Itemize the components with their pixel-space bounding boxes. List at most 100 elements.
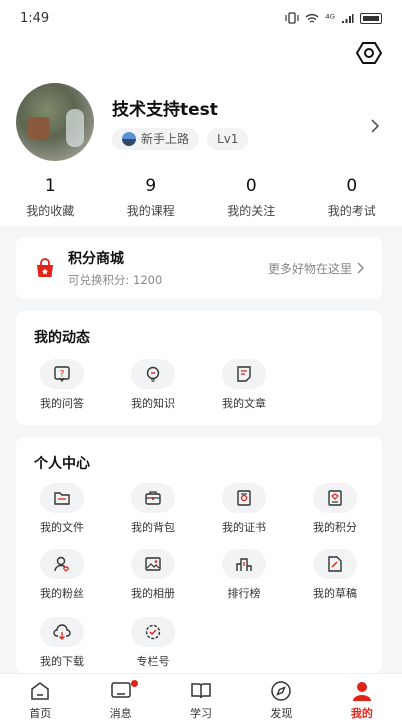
- stat-count: 0: [245, 176, 257, 196]
- stat-label: 我的课程: [126, 204, 175, 218]
- stat-following[interactable]: 0 我的关注: [201, 176, 302, 219]
- status-time: 1:49: [20, 10, 50, 26]
- stat-count: 1: [44, 176, 56, 196]
- grid-item-backpack[interactable]: 我的背包: [118, 483, 188, 535]
- grid-item-album[interactable]: 我的相册: [118, 549, 188, 601]
- rank-badge-icon: [122, 131, 136, 146]
- grid-item-articles[interactable]: 我的文章: [209, 359, 279, 411]
- status-bar: 1:49 ⁴ᴳ: [0, 0, 402, 36]
- fans-icon: [54, 556, 69, 572]
- level-tag-label: 新手上路: [141, 132, 190, 146]
- grid-item-certificates[interactable]: 我的证书: [209, 483, 279, 535]
- avatar[interactable]: [16, 83, 94, 161]
- grid-item-fans[interactable]: 我的粉丝: [27, 549, 97, 601]
- shop-bag-icon: [37, 258, 53, 277]
- section-title: 个人中心: [34, 456, 90, 472]
- ranking-icon: [236, 558, 252, 571]
- svg-text:?: ?: [60, 370, 65, 380]
- tab-label: 消息: [109, 707, 132, 720]
- user-icon: [352, 682, 371, 701]
- grid-label: 我的粉丝: [40, 587, 84, 600]
- book-icon: [191, 683, 211, 699]
- stat-label: 我的收藏: [26, 204, 75, 218]
- column-icon: [145, 624, 161, 640]
- question-icon: ?: [54, 366, 70, 383]
- grid-item-column[interactable]: 专栏号: [118, 617, 188, 669]
- chevron-right-icon: [357, 262, 364, 274]
- stat-label: 我的考试: [327, 204, 376, 218]
- tab-label: 学习: [190, 707, 213, 720]
- tab-label: 发现: [270, 707, 293, 720]
- grid-label: 专栏号: [136, 655, 170, 668]
- username: 技术支持test: [112, 99, 218, 120]
- article-icon: [237, 366, 251, 382]
- stat-exams[interactable]: 0 我的考试: [302, 176, 402, 219]
- grid-label: 我的下载: [40, 655, 84, 668]
- compass-icon: [271, 681, 292, 701]
- album-icon: [145, 557, 161, 571]
- my-activity-card: 我的动态 ? 我的问答 我的知识 我的文章: [16, 311, 382, 425]
- grid-label: 我的积分: [313, 521, 357, 534]
- grid-label: 排行榜: [227, 587, 261, 600]
- shop-more-label: 更多好物在这里: [267, 261, 352, 276]
- lightbulb-icon: [146, 366, 160, 382]
- signal-icon: [342, 13, 354, 23]
- briefcase-icon: [145, 491, 161, 505]
- wifi-icon: [305, 13, 319, 23]
- chevron-right-icon[interactable]: [370, 118, 380, 134]
- grid-label: 我的文章: [222, 397, 266, 410]
- tab-mine[interactable]: 我的: [322, 674, 402, 727]
- level-badge-label: Lv1: [217, 131, 239, 146]
- tab-messages[interactable]: 消息: [80, 674, 160, 727]
- shop-points: 可兑换积分: 1200: [68, 273, 163, 287]
- profile-summary[interactable]: 技术支持test 新手上路 Lv1: [16, 83, 249, 161]
- grid-label: 我的证书: [222, 521, 266, 534]
- grid-label: 我的问答: [40, 397, 84, 410]
- grid-label: 我的背包: [131, 521, 175, 534]
- level-badge: Lv1: [207, 127, 249, 150]
- grid-item-qa[interactable]: ? 我的问答: [27, 359, 97, 411]
- points-shop-card[interactable]: 积分商城 可兑换积分: 1200 更多好物在这里: [16, 237, 382, 299]
- stat-count: 0: [346, 176, 358, 196]
- stat-favorites[interactable]: 1 我的收藏: [0, 176, 101, 219]
- bottom-tab-bar: 首页 消息 学习 发现 我的: [0, 673, 402, 727]
- grid-item-ranking[interactable]: 排行榜: [209, 549, 279, 601]
- tab-label: 首页: [29, 707, 52, 720]
- stat-label: 我的关注: [227, 204, 276, 218]
- tab-label: 我的: [350, 707, 373, 720]
- level-tag: 新手上路: [112, 127, 200, 150]
- stat-count: 9: [145, 176, 157, 196]
- download-icon: [53, 624, 71, 640]
- battery-icon: [360, 12, 382, 24]
- message-icon: [110, 682, 131, 698]
- profile-header: 技术支持test 新手上路 Lv1 1 我的收藏 9 我的课程 0 我的关注 0…: [0, 36, 402, 226]
- grid-label: 我的文件: [40, 521, 84, 534]
- shop-title: 积分商城: [68, 251, 124, 267]
- network-type: ⁴ᴳ: [325, 11, 335, 25]
- settings-icon[interactable]: [356, 40, 382, 66]
- grid-item-drafts[interactable]: 我的草稿: [300, 549, 370, 601]
- grid-item-files[interactable]: 我的文件: [27, 483, 97, 535]
- stat-courses[interactable]: 9 我的课程: [101, 176, 202, 219]
- unread-badge: [130, 680, 138, 687]
- grid-label: 我的相册: [131, 587, 175, 600]
- vibrate-icon: [285, 12, 299, 24]
- shop-more-link[interactable]: 更多好物在这里: [268, 260, 364, 277]
- section-title: 我的动态: [34, 330, 90, 346]
- stats-row: 1 我的收藏 9 我的课程 0 我的关注 0 我的考试: [0, 176, 402, 219]
- tab-study[interactable]: 学习: [161, 674, 241, 727]
- home-icon: [31, 682, 49, 700]
- grid-item-points[interactable]: 我的积分: [300, 483, 370, 535]
- grid-item-knowledge[interactable]: 我的知识: [118, 359, 188, 411]
- grid-item-downloads[interactable]: 我的下载: [27, 617, 97, 669]
- personal-center-card: 个人中心 我的文件 我的背包 我的证书 我的积分 我的粉丝 我的相册 排行榜 我…: [16, 437, 382, 673]
- certificate-icon: [237, 490, 251, 506]
- draft-icon: [328, 556, 342, 572]
- tab-home[interactable]: 首页: [0, 674, 80, 727]
- status-icons: ⁴ᴳ: [285, 12, 382, 25]
- tab-discover[interactable]: 发现: [241, 674, 321, 727]
- grid-label: 我的知识: [131, 397, 175, 410]
- points-icon: [328, 490, 342, 506]
- folder-icon: [54, 492, 70, 505]
- grid-label: 我的草稿: [313, 587, 357, 600]
